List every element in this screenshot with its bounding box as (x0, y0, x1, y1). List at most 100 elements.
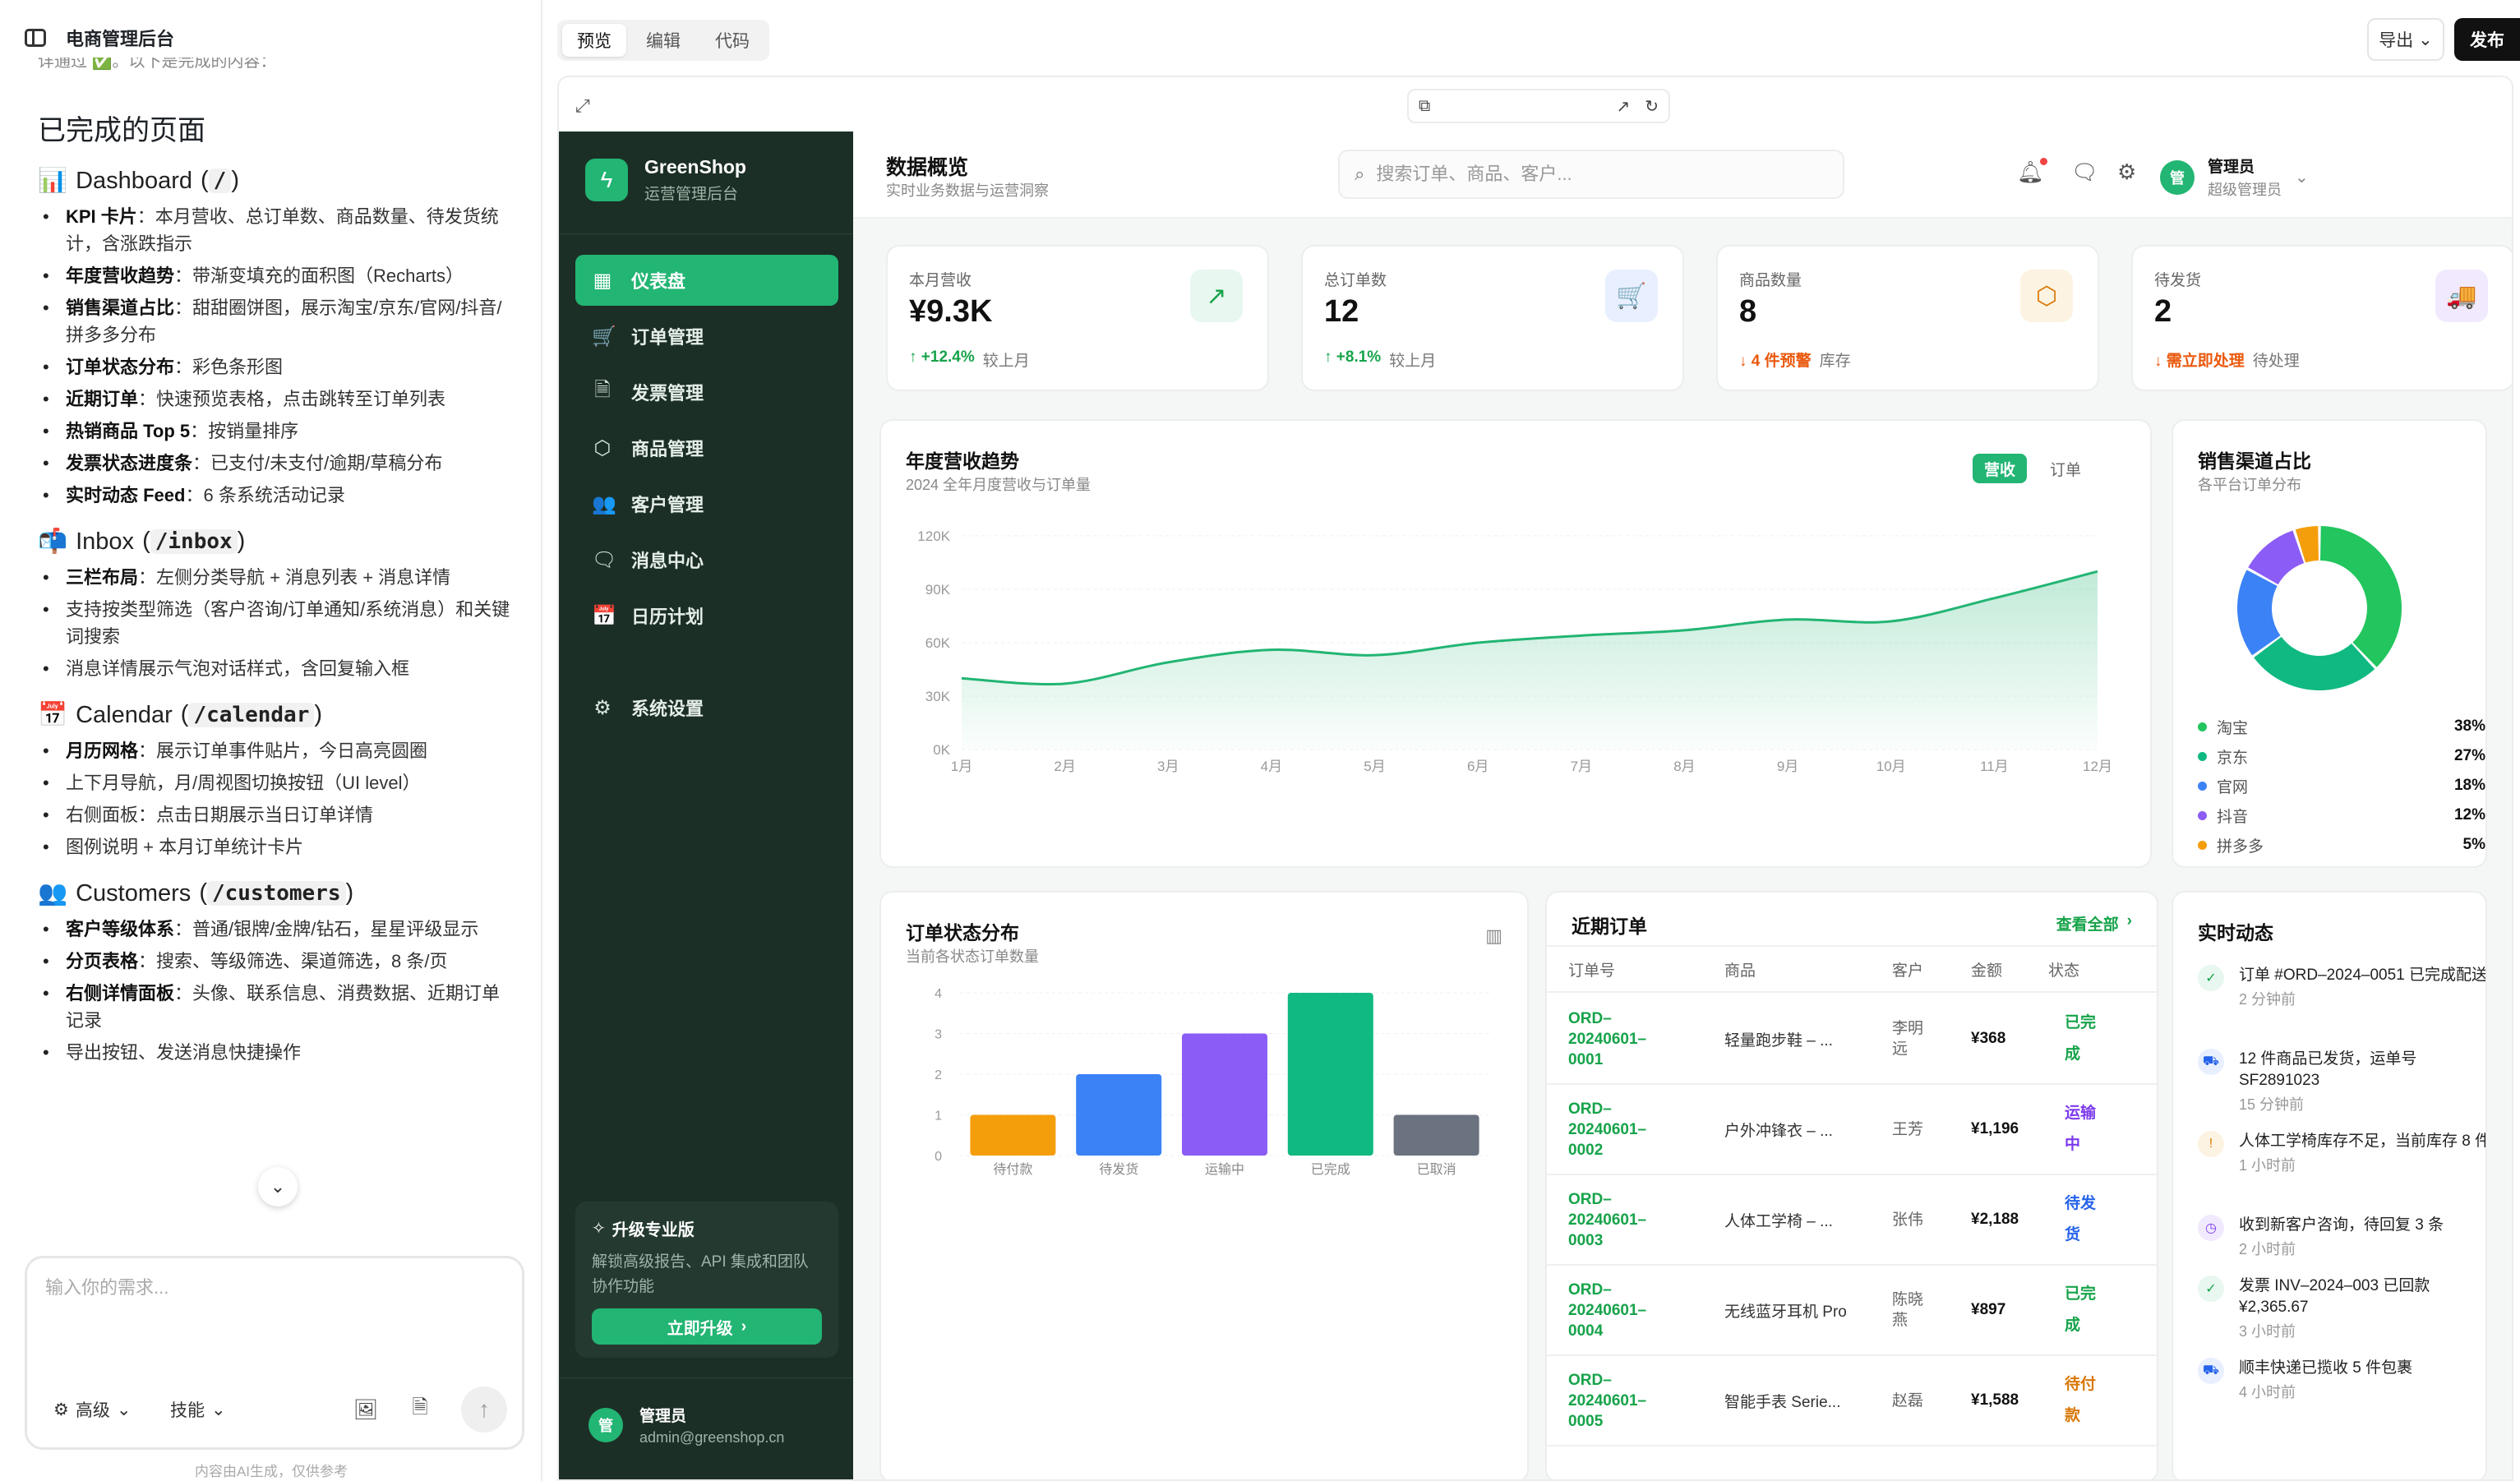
tab-code[interactable]: 代码 (700, 24, 764, 57)
x-tick-label: 1月 (951, 759, 972, 774)
sidebar-item-message[interactable]: 🗨 消息中心 (575, 534, 838, 585)
refresh-icon[interactable]: ↻ (1645, 96, 1659, 117)
upgrade-card: ✧ 升级专业版 解锁高级报告、API 集成和团队协作功能 立即升级 › (575, 1202, 838, 1358)
box-icon: ⬡ (593, 436, 612, 459)
kpi-value: 2 (2154, 294, 2172, 329)
image-upload-icon[interactable]: 🖼 (348, 1391, 384, 1428)
feed-time: 3 小时前 (2239, 1323, 2296, 1340)
legend-item: 抖音 12% (2198, 804, 2485, 827)
order-id[interactable]: ORD–20240601–0003 (1568, 1175, 1659, 1264)
upgrade-button[interactable]: 立即升级 › (592, 1308, 822, 1345)
avatar: 管 (2160, 159, 2195, 195)
bar-chart-icon[interactable]: ▥ (1485, 925, 1502, 947)
toggle-revenue[interactable]: 营收 (1973, 454, 2028, 483)
brand-name: GreenShop (644, 156, 746, 178)
view-all-link[interactable]: 查看全部 › (2056, 912, 2132, 934)
tab-edit[interactable]: 编辑 (631, 24, 695, 57)
order-amount: ¥368 (1971, 1030, 2006, 1047)
sidebar-item-dashboard[interactable]: ▦ 仪表盘 (575, 255, 838, 306)
completed-pages-heading: 已完成的页面 (38, 115, 205, 146)
page-title: 数据概览 (886, 156, 969, 179)
tab-preview[interactable]: 预览 (562, 24, 626, 57)
kpi-footer: ↓ 需立即处理 待处理 (2154, 348, 2300, 371)
feed-content: 订单 #ORD–2024–0051 已完成配送 2 分钟前 (2239, 965, 2485, 1009)
invoice-icon: 🗎 (594, 378, 611, 401)
gear-icon[interactable]: ⚙ (2117, 159, 2136, 185)
upgrade-title: ✧ 升级专业版 (592, 1216, 822, 1240)
x-tick-label: 12月 (2083, 759, 2112, 774)
sidebar-item-users[interactable]: 👥 客户管理 (575, 478, 838, 529)
scroll-down-button[interactable]: ⌄ (258, 1167, 298, 1206)
attachment-icon[interactable]: 🗎 (402, 1391, 438, 1428)
kpi-delta: ↑ +12.4% (909, 348, 975, 366)
export-button[interactable]: 导出 ⌄ (2367, 18, 2444, 61)
sidebar-item-box[interactable]: ⬡ 商品管理 (575, 422, 838, 473)
y-tick-label: 0 (935, 1150, 942, 1164)
x-tick-label: 7月 (1571, 759, 1592, 774)
chat-panel: 电商管理后台 详通过 ✅。以下是完成的内容： 已完成的页面 📊 Dashboard… (0, 0, 542, 1481)
list-item-text: 图例说明 + 本月订单统计卡片 (66, 837, 304, 857)
sidebar-user[interactable]: 管 管理员 admin@greenshop.cn (588, 1404, 784, 1446)
revenue-trend-card: 年度营收趋势 2024 全年月度营收与订单量 营收 订单 0K 30K 60K 90K… (879, 419, 2152, 868)
list-item-bold: 销售渠道占比 (66, 298, 175, 318)
col-status: 状态 (2048, 962, 2080, 980)
skill-select[interactable]: 技能 ⌄ (159, 1390, 238, 1429)
status-cell: 待发货 (2065, 1175, 2101, 1264)
order-id[interactable]: ORD–20240601–0001 (1568, 994, 1659, 1083)
list-item-bold: KPI 卡片 (66, 206, 137, 227)
sidebar-item-settings[interactable]: ⚙ 系统设置 (575, 682, 838, 733)
table-row[interactable]: ORD–20240601–0001 轻量跑步鞋 – ... 李明远 ¥368 已完成 (1547, 994, 2157, 1085)
order-id[interactable]: ORD–20240601–0004 (1568, 1266, 1659, 1354)
feed-text: 发票 INV–2024–003 已回款 ¥2,365.67 (2239, 1277, 2430, 1316)
sidebar-toggle-icon[interactable] (25, 29, 46, 47)
feed-text: 12 件商品已发货，运单号 SF2891023 (2239, 1050, 2417, 1089)
y-tick-label: 4 (935, 987, 942, 1001)
feed-item: ! 人体工学椅库存不足，当前库存 8 件 1 小时前 (2198, 1131, 2485, 1175)
order-id[interactable]: ORD–20240601–0002 (1568, 1085, 1659, 1174)
chevron-down-icon: ⌄ (116, 1400, 132, 1419)
sidebar-item-cart[interactable]: 🛒 订单管理 (575, 311, 838, 362)
kpi-note: 库存 (1819, 353, 1851, 370)
x-tick-label: 已完成 (1311, 1162, 1350, 1177)
x-tick-label: 11月 (1980, 759, 2009, 774)
bar (970, 1114, 1056, 1156)
y-tick-label: 1 (935, 1110, 942, 1123)
order-product: 户外冲锋衣 – ... (1724, 1122, 1833, 1140)
legend-dot (2198, 840, 2207, 850)
toggle-orders[interactable]: 订单 (2038, 454, 2093, 483)
send-button[interactable]: ↑ (461, 1386, 507, 1433)
table-row[interactable]: ORD–20240601–0004 无线蓝牙耳机 Pro 陈晓燕 ¥897 已完成 (1547, 1266, 2157, 1356)
header-user[interactable]: 管 管理员 超级管理员 ⌄ (2160, 155, 2309, 200)
preview-url-bar: ⧉ ↗ ↻ (1407, 89, 1670, 123)
publish-button[interactable]: 发布 (2454, 18, 2520, 61)
sidebar-item-invoice[interactable]: 🗎 发票管理 (575, 367, 838, 418)
legend-label: 京东 (2217, 749, 2249, 767)
list-item: 近期订单：快速预览表格，点击跳转至订单列表 (38, 385, 515, 413)
revenue-area-fill (962, 571, 2098, 750)
trend-up-icon: ↗ (1190, 270, 1243, 322)
header-user-role: 超级管理员 (2208, 182, 2282, 198)
mode-select[interactable]: ⚙ 高级 ⌄ (42, 1390, 142, 1429)
kpi-card: 本月营收 ¥9.3K ↑ +12.4% 较上月 ↗ (886, 245, 1269, 391)
search-input[interactable] (1376, 164, 1821, 185)
x-tick-label: 5月 (1364, 759, 1385, 774)
order-id[interactable]: ORD–20240601–0005 (1568, 1356, 1659, 1445)
device-icon[interactable]: ⧉ (1419, 97, 1430, 116)
list-item: 热销商品 Top 5：按销量排序 (38, 418, 515, 445)
open-external-icon[interactable]: ↗ (1616, 96, 1630, 117)
message-icon[interactable]: 🗨︎ (2071, 159, 2098, 185)
channel-share-card: 销售渠道占比 各平台订单分布 淘宝 38% 京东 27% 官网 18% 抖音 12% 拼多多 5% (2172, 419, 2487, 868)
x-tick-label: 运输中 (1205, 1162, 1244, 1177)
chat-input[interactable] (45, 1273, 505, 1355)
table-row[interactable]: ORD–20240601–0003 人体工学椅 – ... 张伟 ¥2,188 待发货 (1547, 1175, 2157, 1266)
x-tick-label: 10月 (1876, 759, 1906, 774)
sidebar-item-calendar[interactable]: 📅 日历计划 (575, 590, 838, 641)
list-item: KPI 卡片：本月营收、总订单数、商品数量、待发货统计，含涨跌指示 (38, 203, 515, 257)
order-status-card: 订单状态分布 当前各状态订单数量 ▥ 0 1 2 3 4 待付款 待发货 运输中 已完成 已取消 (879, 891, 1529, 1479)
table-row[interactable]: ORD–20240601–0002 户外冲锋衣 – ... 王芳 ¥1,196 运输中 (1547, 1085, 2157, 1175)
skill-label: 技能 (170, 1401, 205, 1420)
cart-icon: 🛒 (592, 325, 616, 348)
bell-icon[interactable]: 🔔︎ (2017, 158, 2048, 185)
table-row[interactable]: ORD–20240601–0005 智能手表 Serie... 赵磊 ¥1,588 待付… (1547, 1356, 2157, 1446)
expand-icon[interactable]: ⤢ (575, 95, 590, 117)
